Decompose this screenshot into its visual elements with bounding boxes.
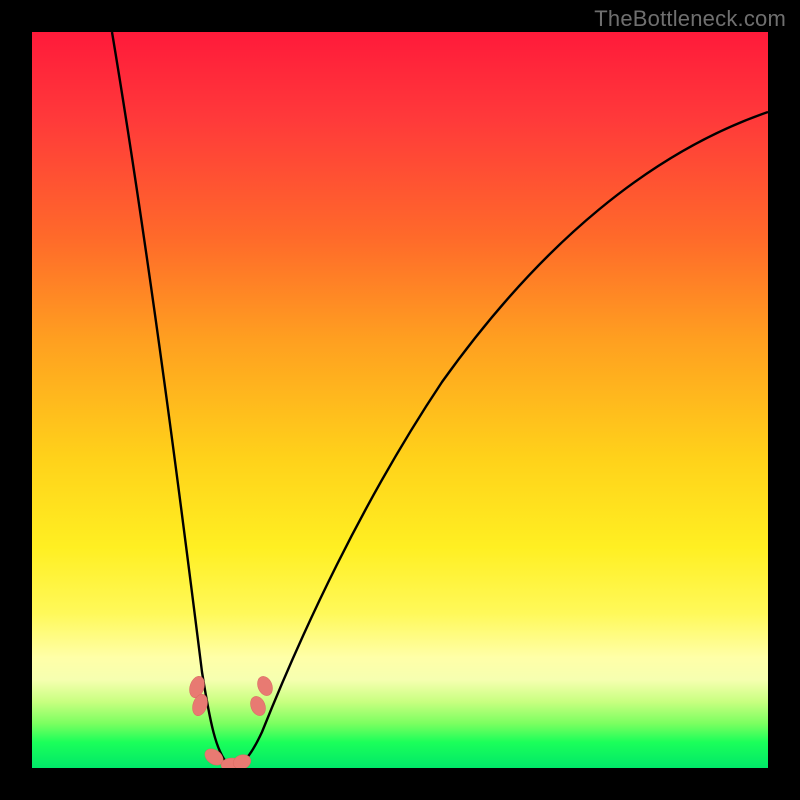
chart-plot-area <box>32 32 768 768</box>
marker-6 <box>248 694 268 718</box>
bottleneck-curve <box>112 32 768 766</box>
marker-7 <box>255 674 275 698</box>
marker-group <box>187 674 275 768</box>
chart-svg-layer <box>32 32 768 768</box>
watermark-text: TheBottleneck.com <box>594 6 786 32</box>
